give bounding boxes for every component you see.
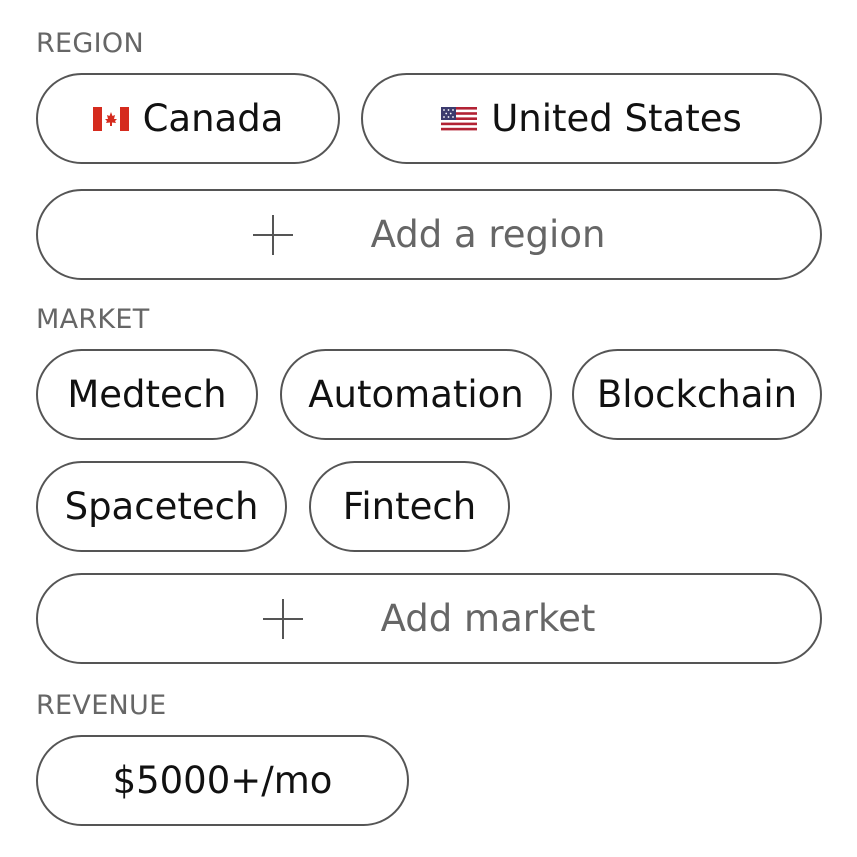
region-chip-united-states[interactable]: United States bbox=[361, 73, 822, 164]
region-chip-label: United States bbox=[491, 97, 742, 140]
us-flag-icon bbox=[441, 106, 478, 131]
region-chip-canada[interactable]: Canada bbox=[36, 73, 340, 164]
plus-icon bbox=[262, 598, 303, 639]
add-market-button[interactable]: Add market bbox=[36, 573, 822, 664]
market-chip-label: Fintech bbox=[342, 485, 477, 528]
market-chip-medtech[interactable]: Medtech bbox=[36, 349, 258, 440]
market-chip-label: Medtech bbox=[67, 373, 227, 416]
region-chip-label: Canada bbox=[142, 97, 284, 140]
region-section-label: REGION bbox=[36, 28, 144, 59]
revenue-chip[interactable]: $5000+/mo bbox=[36, 735, 409, 826]
market-chip-label: Blockchain bbox=[596, 373, 798, 416]
canada-flag-icon bbox=[92, 106, 129, 131]
market-chip-fintech[interactable]: Fintech bbox=[309, 461, 510, 552]
add-market-label: Add market bbox=[380, 597, 596, 640]
market-section-label: MARKET bbox=[36, 304, 150, 335]
market-chip-spacetech[interactable]: Spacetech bbox=[36, 461, 287, 552]
market-chip-label: Spacetech bbox=[64, 485, 259, 528]
market-chip-label: Automation bbox=[308, 373, 524, 416]
revenue-section-label: REVENUE bbox=[36, 690, 167, 721]
add-region-label: Add a region bbox=[370, 213, 606, 256]
plus-icon bbox=[252, 214, 293, 255]
market-chip-blockchain[interactable]: Blockchain bbox=[572, 349, 822, 440]
add-region-button[interactable]: Add a region bbox=[36, 189, 822, 280]
revenue-chip-label: $5000+/mo bbox=[112, 759, 333, 802]
market-chip-automation[interactable]: Automation bbox=[280, 349, 552, 440]
